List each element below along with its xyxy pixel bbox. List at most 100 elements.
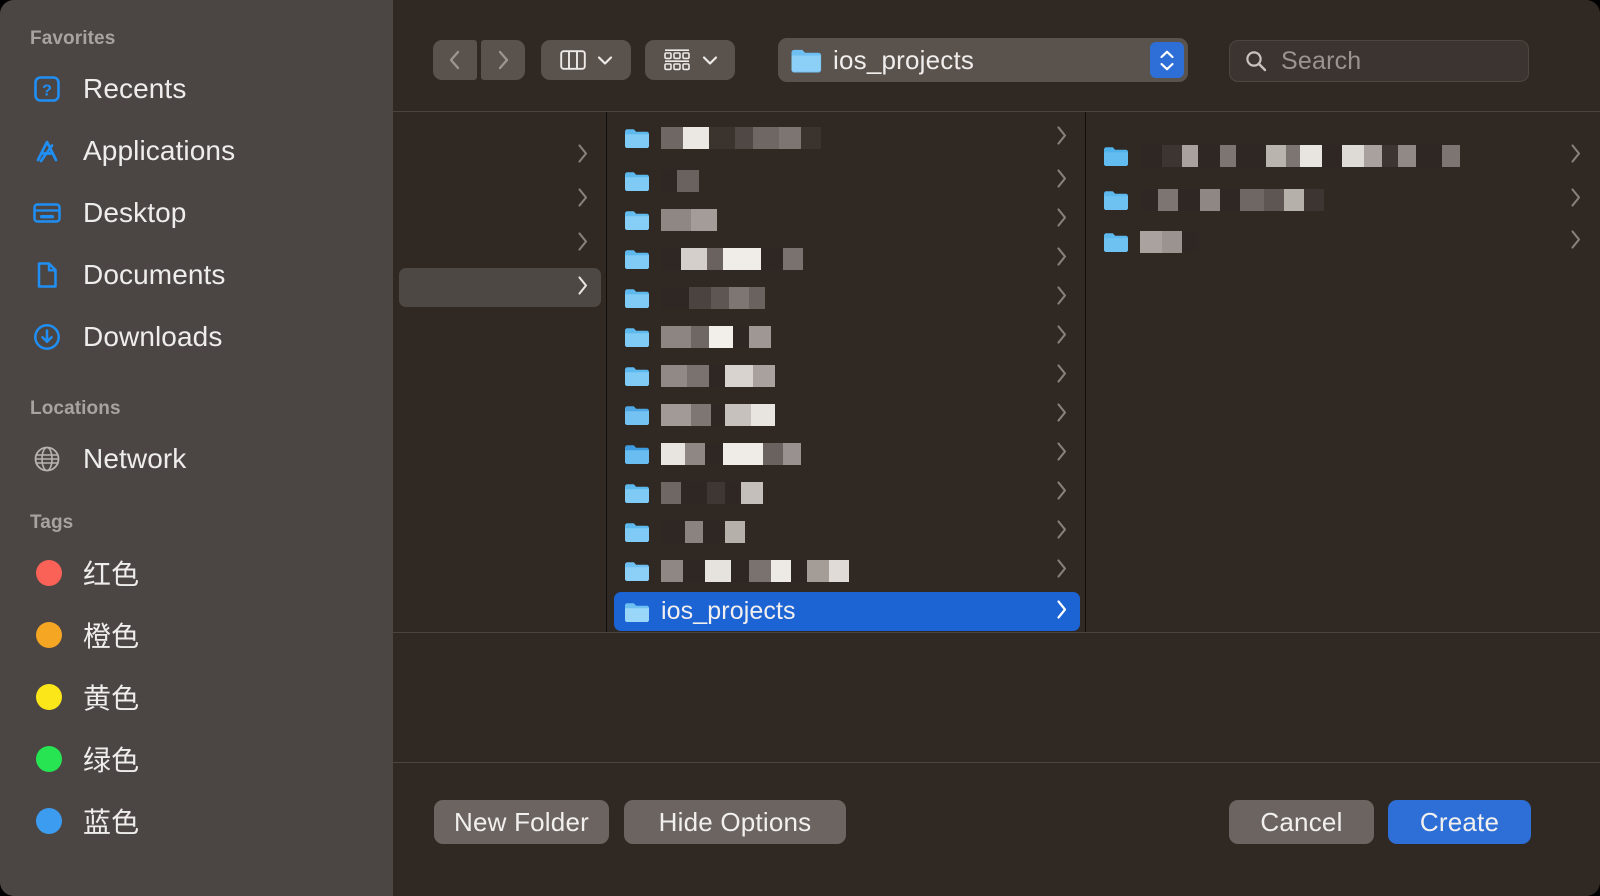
folder-icon: [625, 444, 649, 464]
hide-options-button[interactable]: Hide Options: [624, 800, 846, 844]
list-item[interactable]: [614, 356, 1080, 395]
chevron-right-icon: [1569, 142, 1583, 169]
folder-icon: [1104, 190, 1128, 210]
list-item-label: ios_projects: [661, 597, 796, 625]
tag-dot-icon: [30, 804, 64, 838]
path-popup-button[interactable]: ios_projects: [778, 38, 1188, 82]
folder-icon: [625, 210, 649, 230]
search-input[interactable]: Search: [1229, 40, 1529, 82]
sidebar-item-documents[interactable]: Documents: [0, 244, 393, 306]
sidebar-item-label: Recents: [83, 73, 187, 104]
sidebar-item-tag-blue[interactable]: 蓝色: [0, 790, 393, 852]
list-item[interactable]: [614, 118, 1080, 157]
sidebar-item-label: 绿色: [83, 745, 140, 776]
list-item[interactable]: [614, 395, 1080, 434]
back-button[interactable]: [433, 40, 477, 80]
folder-icon: [625, 561, 649, 581]
list-item[interactable]: [614, 434, 1080, 473]
sidebar-item-label: Documents: [83, 259, 226, 290]
list-item[interactable]: [614, 551, 1080, 590]
chevron-right-icon: [498, 50, 509, 70]
column-browser: ios_projects: [393, 111, 1600, 633]
redacted-filename: [1140, 144, 1460, 167]
search-icon: [1246, 51, 1267, 72]
sidebar-item-recents[interactable]: ? Recents: [0, 58, 393, 120]
forward-button[interactable]: [481, 40, 525, 80]
folder-icon: [625, 171, 649, 191]
chevron-down-icon: [702, 55, 717, 65]
svg-text:?: ?: [42, 83, 52, 100]
list-item[interactable]: [614, 317, 1080, 356]
chevron-right-icon: [1055, 124, 1069, 151]
sidebar-item-tag-green[interactable]: 绿色: [0, 728, 393, 790]
list-item[interactable]: [614, 161, 1080, 200]
list-item[interactable]: [614, 473, 1080, 512]
redacted-filename: [661, 559, 849, 582]
chevron-right-icon: [1055, 440, 1069, 467]
new-folder-button[interactable]: New Folder: [434, 800, 609, 844]
list-item[interactable]: [614, 278, 1080, 317]
folder-icon: [625, 405, 649, 425]
browser-column-3: [1087, 112, 1600, 632]
tag-dot-icon: [30, 742, 64, 776]
chevron-right-icon: [1055, 518, 1069, 545]
chevron-right-icon: [1055, 284, 1069, 311]
chevron-right-icon: [1055, 323, 1069, 350]
chevron-right-icon: [1055, 245, 1069, 272]
chevron-right-icon: [1055, 167, 1069, 194]
sidebar: Favorites ? Recents Applications Desktop…: [0, 0, 393, 896]
column-divider[interactable]: [1085, 112, 1086, 632]
redacted-filename: [661, 208, 717, 231]
list-item[interactable]: [399, 180, 601, 219]
sidebar-section-header-favorites: Favorites: [30, 28, 116, 49]
chevron-right-icon: [576, 142, 590, 169]
redacted-filename: [661, 520, 745, 543]
folder-icon: [625, 288, 649, 308]
group-by-button[interactable]: [645, 40, 735, 80]
chevron-right-icon: [576, 186, 590, 213]
tag-dot-icon: [30, 618, 64, 652]
list-item[interactable]: [1093, 222, 1594, 261]
redacted-filename: [661, 247, 803, 270]
list-item[interactable]: [399, 136, 601, 175]
folder-icon: [625, 602, 649, 622]
sidebar-item-tag-red[interactable]: 红色: [0, 542, 393, 604]
chevron-right-icon: [1055, 401, 1069, 428]
sidebar-item-downloads[interactable]: Downloads: [0, 306, 393, 368]
list-item[interactable]: [614, 512, 1080, 551]
tag-dot-icon: [30, 556, 64, 590]
list-item[interactable]: [1093, 136, 1594, 175]
sidebar-item-desktop[interactable]: Desktop: [0, 182, 393, 244]
redacted-filename: [661, 403, 775, 426]
view-mode-button[interactable]: [541, 40, 631, 80]
list-item-selected[interactable]: ios_projects: [614, 592, 1080, 631]
sidebar-item-label: Desktop: [83, 197, 187, 228]
list-item[interactable]: [1093, 180, 1594, 219]
redacted-filename: [661, 442, 801, 465]
sidebar-item-network[interactable]: Network: [0, 428, 393, 490]
list-item[interactable]: [614, 200, 1080, 239]
column-divider[interactable]: [606, 112, 607, 632]
save-dialog-window: Favorites ? Recents Applications Desktop…: [0, 0, 1600, 896]
list-item[interactable]: [614, 239, 1080, 278]
redacted-filename: [1140, 230, 1198, 253]
up-down-stepper-icon[interactable]: [1150, 42, 1184, 78]
sidebar-item-tag-yellow[interactable]: 黄色: [0, 666, 393, 728]
chevron-right-icon: [1055, 479, 1069, 506]
sidebar-item-applications[interactable]: Applications: [0, 120, 393, 182]
sidebar-section-header-locations: Locations: [30, 398, 121, 419]
list-item[interactable]: [399, 224, 601, 263]
sidebar-item-label: 橙色: [83, 621, 140, 652]
folder-icon: [625, 249, 649, 269]
column-view-icon: [559, 50, 586, 70]
create-button[interactable]: Create: [1388, 800, 1531, 844]
chevron-left-icon: [449, 50, 460, 70]
cancel-button[interactable]: Cancel: [1229, 800, 1374, 844]
sidebar-item-label: Applications: [83, 135, 236, 166]
browser-column-2: ios_projects: [608, 112, 1086, 632]
browser-column-1: [393, 112, 607, 632]
list-item-selected[interactable]: [399, 268, 601, 307]
sidebar-item-tag-orange[interactable]: 橙色: [0, 604, 393, 666]
